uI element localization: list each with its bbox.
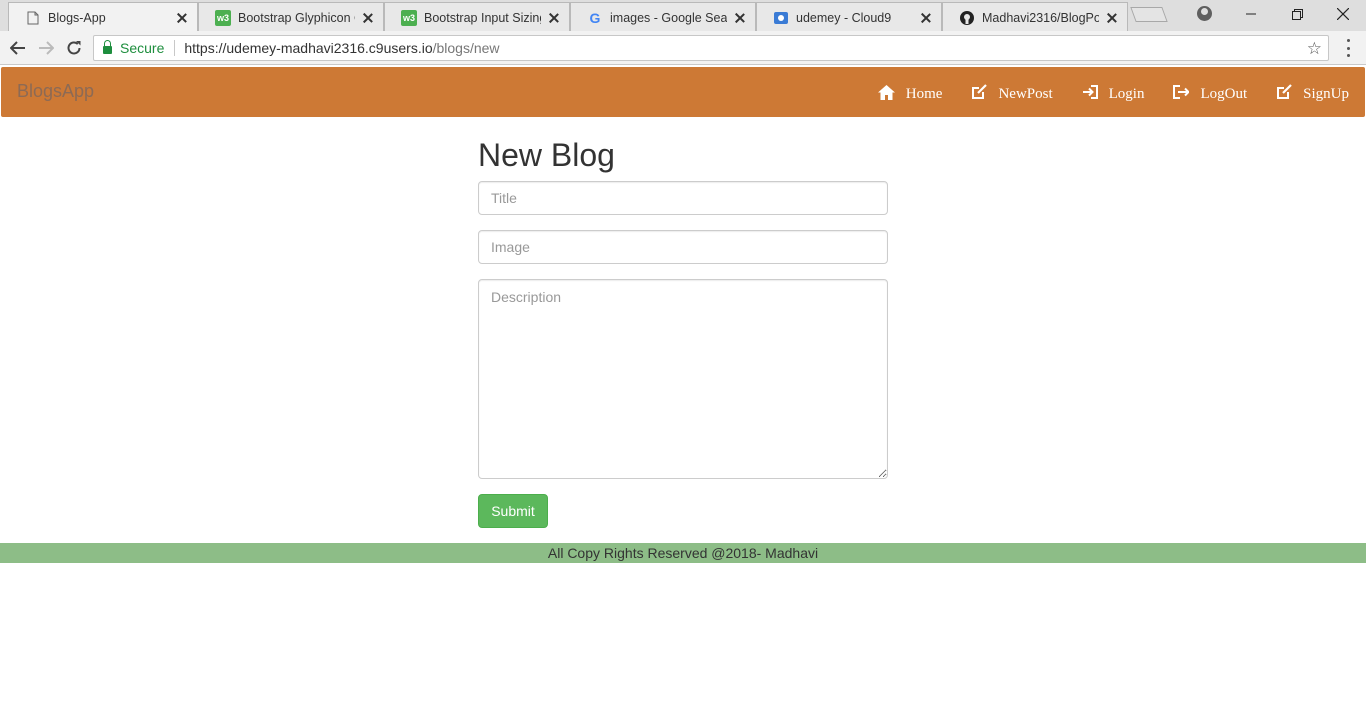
logout-icon	[1172, 83, 1190, 101]
tab-title: Madhavi2316/BlogPost	[982, 10, 1099, 25]
restore-icon[interactable]	[1274, 0, 1320, 28]
browser-tab[interactable]: w3 Bootstrap Input Sizing	[384, 2, 570, 31]
reload-icon[interactable]	[63, 37, 85, 59]
cloud9-icon	[773, 10, 789, 26]
tab-title: Blogs-App	[48, 10, 106, 25]
tab-title: udemey - Cloud9	[796, 10, 892, 25]
browser-tab[interactable]: G images - Google Search	[570, 2, 756, 31]
title-input[interactable]	[478, 181, 888, 215]
w3-icon: w3	[215, 9, 231, 26]
tab-close-icon[interactable]	[175, 11, 189, 25]
browser-tab[interactable]: w3 Bootstrap Glyphicon Co	[198, 2, 384, 31]
lock-icon	[103, 40, 112, 54]
minimize-icon[interactable]	[1228, 0, 1274, 28]
tab-close-icon[interactable]	[547, 11, 561, 25]
browser-tab[interactable]: udemey - Cloud9	[756, 2, 942, 31]
submit-button[interactable]: Submit	[478, 494, 548, 528]
secure-label: Secure	[120, 40, 165, 56]
nav-home[interactable]: Home	[878, 83, 943, 102]
nav-signup[interactable]: SignUp	[1275, 83, 1349, 102]
menu-icon[interactable]	[1343, 39, 1353, 57]
omnibox-divider	[174, 40, 176, 56]
new-tab-button[interactable]	[1130, 7, 1168, 22]
image-input[interactable]	[478, 230, 888, 264]
forward-icon[interactable]	[35, 37, 57, 59]
tab-title: images - Google Search	[610, 10, 727, 25]
nav-login[interactable]: Login	[1081, 83, 1145, 102]
tab-close-icon[interactable]	[361, 11, 375, 25]
nav-label: Login	[1108, 85, 1145, 102]
github-icon	[959, 10, 975, 26]
url-path: /blogs/new	[432, 40, 500, 56]
page-title: New Blog	[478, 137, 615, 173]
edit-icon	[970, 83, 988, 101]
nav-menu: Home NewPost Login LogOut SignUp	[850, 67, 1349, 117]
nav-label: SignUp	[1303, 85, 1349, 102]
footer: All Copy Rights Reserved @2018- Madhavi	[0, 543, 1366, 563]
nav-label: NewPost	[998, 85, 1053, 102]
address-bar[interactable]: Secure https://udemey-madhavi2316.c9user…	[93, 35, 1329, 61]
browser-tabstrip: Blogs-App w3 Bootstrap Glyphicon Co w3 B…	[0, 0, 1366, 31]
google-icon: G	[589, 9, 601, 26]
url-text: https://udemey-madhavi2316.c9users.io/bl…	[184, 40, 499, 56]
page-icon	[25, 10, 41, 26]
login-icon	[1081, 83, 1099, 101]
window-controls	[1228, 0, 1366, 28]
browser-tab[interactable]: Madhavi2316/BlogPost	[942, 2, 1128, 31]
w3-icon: w3	[401, 9, 417, 26]
nav-newpost[interactable]: NewPost	[970, 83, 1053, 102]
url-host: https://udemey-madhavi2316.c9users.io	[184, 40, 433, 56]
nav-label: LogOut	[1200, 85, 1248, 102]
browser-toolbar: Secure https://udemey-madhavi2316.c9user…	[0, 31, 1366, 65]
new-blog-form: New Blog Submit	[478, 130, 888, 528]
tab-close-icon[interactable]	[733, 11, 747, 25]
tab-title: Bootstrap Input Sizing	[424, 10, 541, 25]
edit-icon	[1275, 83, 1293, 101]
description-textarea[interactable]	[478, 279, 888, 479]
close-window-icon[interactable]	[1320, 0, 1366, 28]
brand-link[interactable]: BlogsApp	[17, 81, 94, 102]
tab-close-icon[interactable]	[1105, 11, 1119, 25]
tab-title: Bootstrap Glyphicon Co	[238, 10, 355, 25]
tab-close-icon[interactable]	[919, 11, 933, 25]
nav-logout[interactable]: LogOut	[1172, 83, 1248, 102]
home-icon	[878, 83, 896, 101]
profile-icon[interactable]	[1197, 6, 1212, 21]
back-icon[interactable]	[7, 37, 29, 59]
nav-label: Home	[905, 85, 943, 102]
app-navbar: BlogsApp Home NewPost Login LogOut SignU…	[1, 67, 1365, 117]
bookmark-star-icon[interactable]: ☆	[1307, 39, 1322, 59]
browser-tab[interactable]: Blogs-App	[8, 2, 198, 31]
